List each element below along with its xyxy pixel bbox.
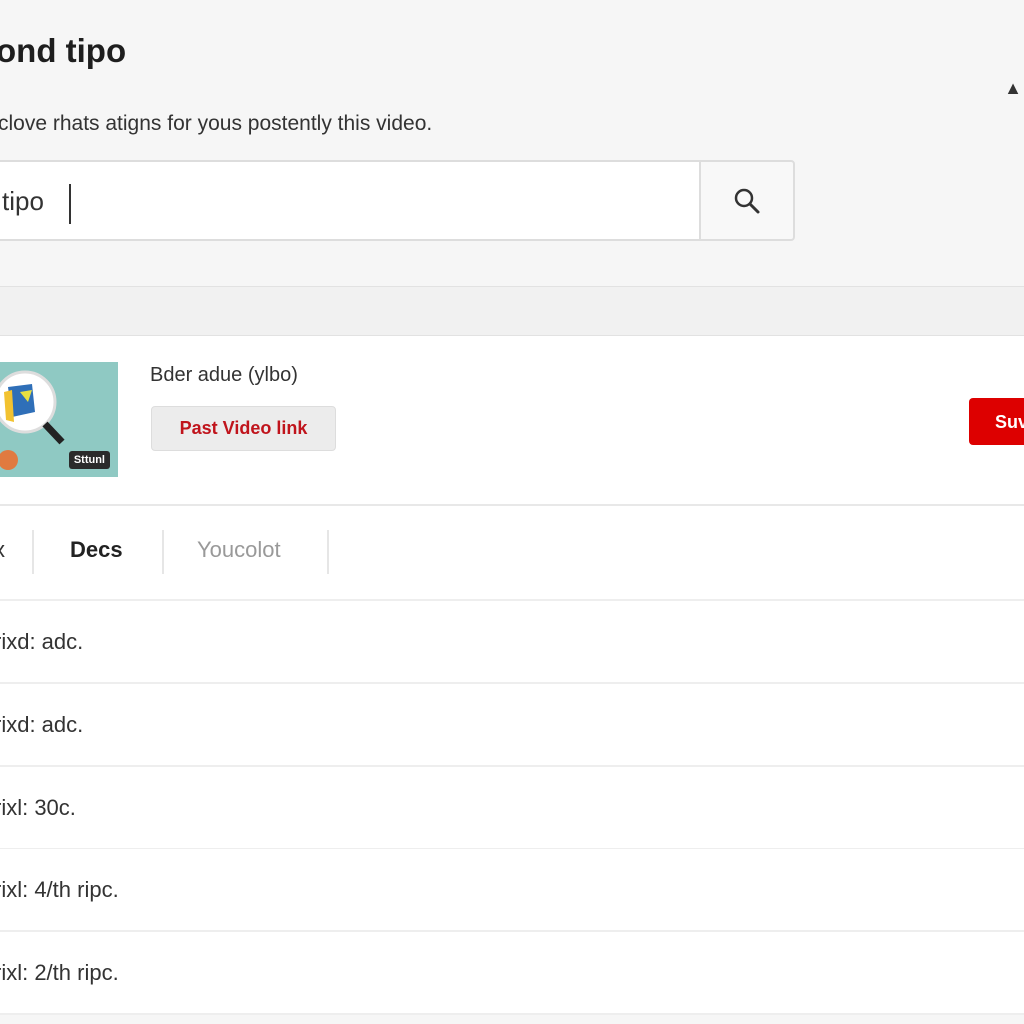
video-title: Bder adue (ylbo)	[150, 364, 298, 386]
list-item-text: rixl: 2/th ripc.	[0, 960, 119, 985]
divider-band	[0, 286, 1024, 336]
search-button[interactable]	[699, 160, 795, 241]
video-thumbnail[interactable]: Sttunl	[0, 362, 118, 477]
list-item[interactable]: rixl: 2/th ripc.	[0, 932, 1024, 1015]
list-item-text: rixl: 30c.	[0, 795, 76, 820]
list-item[interactable]: rixl: 4/th ripc.	[0, 849, 1024, 932]
video-card: Sttunl Bder adue (ylbo) Past Video link …	[0, 336, 1024, 506]
tab-divider	[32, 530, 34, 574]
submit-button[interactable]: Suv	[969, 398, 1024, 445]
page-title: ond tipo	[0, 32, 127, 69]
search-input[interactable]: tipo	[0, 160, 700, 241]
tab-divider	[327, 530, 329, 574]
list-item[interactable]: rixd: adc.	[0, 684, 1024, 767]
search-icon	[734, 188, 760, 213]
list-item[interactable]: rixl: 30c.	[0, 767, 1024, 850]
text-caret	[69, 184, 71, 224]
list-item-text: rixd: adc.	[0, 712, 84, 737]
search-input-value: tipo	[2, 186, 44, 216]
tab-youcolot[interactable]: Youcolot	[197, 528, 281, 572]
page-subtitle: clove rhats atigns for yous postently th…	[0, 112, 433, 135]
list-item[interactable]: rixd: adc.	[0, 601, 1024, 684]
list-item-text: rixd: adc.	[0, 629, 84, 654]
tab-bar: x Decs Youcolot	[0, 506, 1024, 601]
list-item-text: rixl: 4/th ripc.	[0, 877, 119, 902]
tab-decs[interactable]: Decs	[70, 528, 123, 572]
arrow-icon[interactable]: ▲	[1004, 78, 1022, 99]
tab-divider	[162, 530, 164, 574]
thumbnail-label: Sttunl	[68, 451, 110, 469]
tab-first[interactable]: x	[0, 528, 5, 572]
paste-video-link-button[interactable]: Past Video link	[151, 406, 336, 451]
